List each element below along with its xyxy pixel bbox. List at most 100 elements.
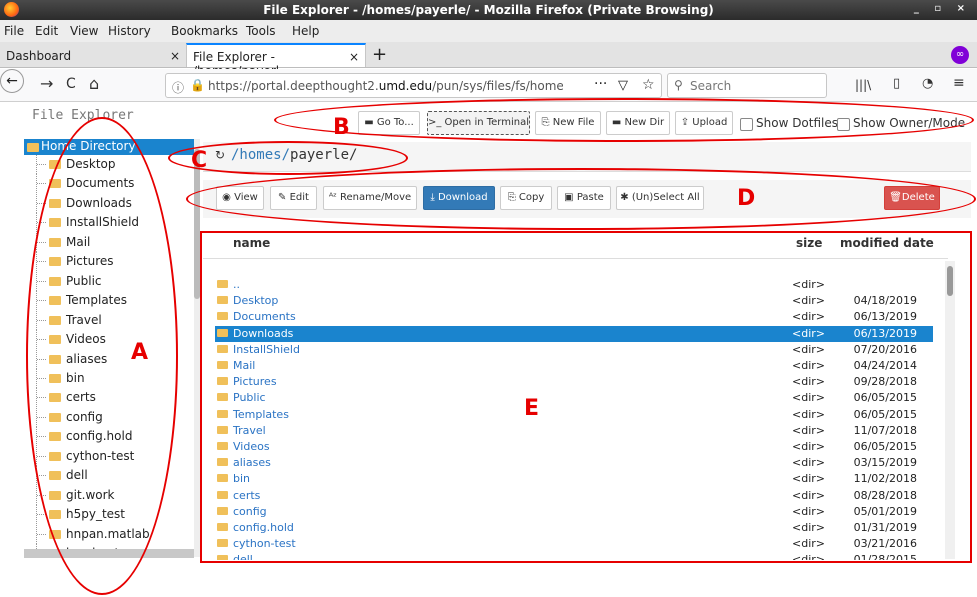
- view-button[interactable]: ◉ View: [216, 186, 264, 210]
- row-name[interactable]: Videos: [217, 440, 270, 453]
- row-name[interactable]: ..: [217, 278, 240, 291]
- pocket-icon[interactable]: ▽: [618, 78, 628, 93]
- menu-bookmarks[interactable]: Bookmarks: [171, 24, 238, 38]
- menu-edit[interactable]: Edit: [35, 24, 58, 38]
- tree-item[interactable]: Templates: [24, 291, 194, 311]
- page-actions-button[interactable]: ···: [594, 76, 607, 92]
- table-row[interactable]: certs <dir> 08/28/2018: [215, 488, 933, 504]
- tree-item[interactable]: config: [24, 407, 194, 427]
- table-row[interactable]: .. <dir>: [215, 277, 933, 293]
- delete-button[interactable]: 🗑Delete: [884, 186, 940, 210]
- show-owner-checkbox[interactable]: [837, 118, 850, 131]
- forward-button[interactable]: →: [40, 74, 53, 93]
- row-name[interactable]: Documents: [217, 310, 296, 323]
- sidebar-icon[interactable]: ▯: [893, 76, 900, 91]
- table-row[interactable]: Public <dir> 06/05/2015: [215, 390, 933, 406]
- edit-button[interactable]: ✎ Edit: [270, 186, 317, 210]
- tree-root-home[interactable]: Home Directory: [24, 139, 194, 155]
- extension-icon[interactable]: ◔: [922, 76, 933, 91]
- url-text[interactable]: https://portal.deepthought2.umd.edu/pun/…: [208, 79, 563, 93]
- tab-dashboard[interactable]: Dashboard ×: [0, 44, 186, 68]
- table-scrollbar[interactable]: [945, 261, 955, 559]
- row-name[interactable]: Travel: [217, 424, 266, 437]
- url-bar[interactable]: ⓘ 🔒 https://portal.deepthought2.umd.edu/…: [165, 73, 662, 98]
- search-bar[interactable]: ⚲ Search: [667, 73, 827, 98]
- goto-button[interactable]: ▬ Go To...: [358, 111, 420, 135]
- menu-tools[interactable]: Tools: [246, 24, 276, 38]
- column-name[interactable]: name: [233, 236, 270, 250]
- tree-item[interactable]: Mail: [24, 232, 194, 252]
- table-row[interactable]: Mail <dir> 04/24/2014: [215, 358, 933, 374]
- row-name[interactable]: aliases: [217, 456, 271, 469]
- copy-button[interactable]: ⎘ Copy: [500, 186, 552, 210]
- table-row[interactable]: Templates <dir> 06/05/2015: [215, 407, 933, 423]
- table-row[interactable]: config.hold <dir> 01/31/2019: [215, 520, 933, 536]
- reload-button[interactable]: C: [66, 76, 76, 92]
- tree-item[interactable]: Downloads: [24, 193, 194, 213]
- tree-item[interactable]: h5py_test: [24, 505, 194, 525]
- path-parent[interactable]: /homes/: [231, 147, 290, 163]
- rename-move-button[interactable]: ᴬᶻ Rename/Move: [323, 186, 417, 210]
- row-name[interactable]: Templates: [217, 408, 289, 421]
- row-name[interactable]: dell: [217, 553, 253, 560]
- tree-item[interactable]: dell: [24, 466, 194, 486]
- path-breadcrumb[interactable]: /homes/payerle/: [231, 147, 357, 163]
- row-name[interactable]: Public: [217, 391, 266, 404]
- row-name[interactable]: Pictures: [217, 375, 277, 388]
- home-button[interactable]: ⌂: [89, 74, 99, 93]
- refresh-icon[interactable]: ↻: [215, 148, 225, 162]
- table-row[interactable]: InstallShield <dir> 07/20/2016: [215, 342, 933, 358]
- table-row[interactable]: cython-test <dir> 03/21/2016: [215, 536, 933, 552]
- row-name[interactable]: Mail: [217, 359, 255, 372]
- tree-item[interactable]: Travel: [24, 310, 194, 330]
- show-dotfiles-checkbox[interactable]: [740, 118, 753, 131]
- library-icon[interactable]: |||\: [855, 78, 871, 92]
- tree-item[interactable]: Pictures: [24, 252, 194, 272]
- row-name[interactable]: config: [217, 505, 267, 518]
- row-name[interactable]: InstallShield: [217, 343, 300, 356]
- info-icon[interactable]: ⓘ: [172, 79, 184, 96]
- table-row[interactable]: aliases <dir> 03/15/2019: [215, 455, 933, 471]
- tree-item[interactable]: cython-test: [24, 446, 194, 466]
- tree-item[interactable]: bin: [24, 368, 194, 388]
- tree-item[interactable]: git.work: [24, 485, 194, 505]
- download-button[interactable]: ⤓ Download: [423, 186, 495, 210]
- select-all-button[interactable]: ✱ (Un)Select All: [616, 186, 704, 210]
- tree-horizontal-scrollbar[interactable]: [24, 549, 194, 558]
- window-controls[interactable]: _ ▫ ×: [914, 3, 971, 14]
- row-name[interactable]: certs: [217, 489, 260, 502]
- new-dir-button[interactable]: ▬ New Dir: [606, 111, 670, 135]
- row-name[interactable]: Desktop: [217, 294, 278, 307]
- tree-scrollbar[interactable]: [194, 139, 200, 557]
- column-size[interactable]: size: [796, 236, 822, 250]
- bookmark-star-icon[interactable]: ☆: [642, 77, 655, 93]
- row-name[interactable]: cython-test: [217, 537, 296, 550]
- menu-file[interactable]: File: [4, 24, 24, 38]
- new-tab-button[interactable]: +: [372, 44, 387, 65]
- tree-item[interactable]: config.hold: [24, 427, 194, 447]
- tree-item[interactable]: Documents: [24, 174, 194, 194]
- table-row[interactable]: Videos <dir> 06/05/2015: [215, 439, 933, 455]
- menu-help[interactable]: Help: [292, 24, 319, 38]
- table-row[interactable]: Pictures <dir> 09/28/2018: [215, 374, 933, 390]
- open-terminal-button[interactable]: >_ Open in Terminal: [427, 111, 530, 135]
- row-name[interactable]: bin: [217, 472, 250, 485]
- table-row[interactable]: Documents <dir> 06/13/2019: [215, 309, 933, 325]
- menu-history[interactable]: History: [108, 24, 151, 38]
- table-row[interactable]: config <dir> 05/01/2019: [215, 504, 933, 520]
- upload-button[interactable]: ⇪ Upload: [675, 111, 733, 135]
- close-icon[interactable]: ×: [349, 50, 359, 64]
- row-name[interactable]: config.hold: [217, 521, 294, 534]
- new-file-button[interactable]: ⎘ New File: [535, 111, 601, 135]
- table-scroll-thumb[interactable]: [947, 266, 953, 296]
- close-icon[interactable]: ×: [170, 49, 180, 63]
- tree-item[interactable]: Desktop: [24, 155, 194, 174]
- tree-item[interactable]: InstallShield: [24, 213, 194, 233]
- menu-view[interactable]: View: [70, 24, 98, 38]
- row-name[interactable]: Downloads: [217, 327, 293, 340]
- table-row[interactable]: Downloads <dir> 06/13/2019: [215, 325, 933, 342]
- table-row[interactable]: Desktop <dir> 04/18/2019: [215, 293, 933, 309]
- table-row[interactable]: Travel <dir> 11/07/2018: [215, 423, 933, 439]
- tree-item[interactable]: aliases: [24, 349, 194, 369]
- tree-item[interactable]: Public: [24, 271, 194, 291]
